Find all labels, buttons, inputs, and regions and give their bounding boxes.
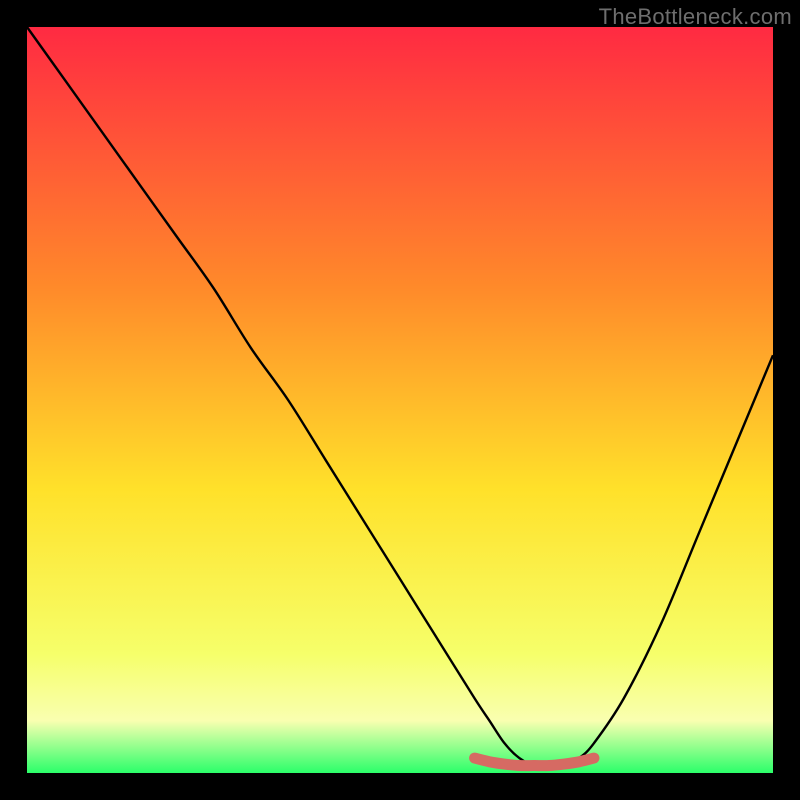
curve-svg [27,27,773,773]
sweet-spot-highlight [475,758,594,766]
plot-gradient-area [27,27,773,773]
watermark-text: TheBottleneck.com [599,4,792,30]
bottleneck-curve [27,27,773,766]
chart-container: TheBottleneck.com [0,0,800,800]
